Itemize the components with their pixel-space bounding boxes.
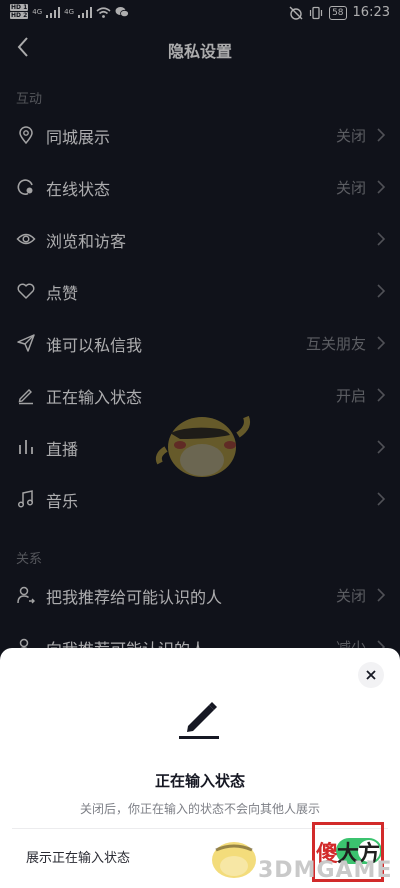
close-icon xyxy=(366,670,376,680)
pen-icon xyxy=(179,702,219,739)
close-button[interactable] xyxy=(358,662,384,688)
site-watermark-text: 3DMGAME xyxy=(258,858,393,883)
sheet-description: 关闭后，你正在输入的状态不会向其他人展示 xyxy=(79,802,320,816)
sheet-title: 正在输入状态 xyxy=(154,772,245,790)
show-typing-status-label: 展示正在输入状态 xyxy=(26,851,131,866)
